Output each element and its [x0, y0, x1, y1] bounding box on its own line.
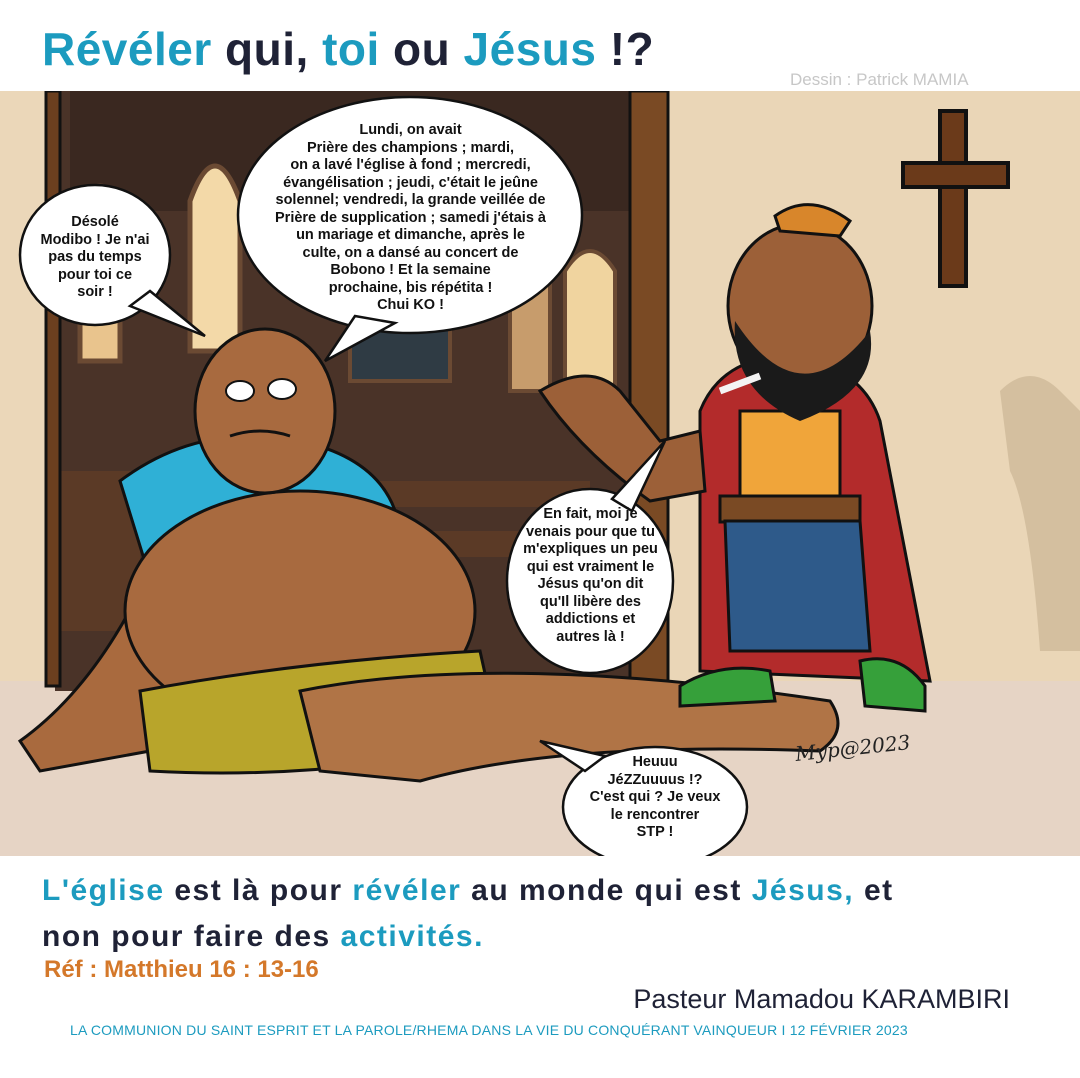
bubble-who-is-jesus: Heuuu JéZZuuuus !? C'est qui ? Je veux l…: [589, 754, 721, 840]
footer-caption: LA COMMUNION DU SAINT ESPRIT ET LA PAROL…: [70, 1022, 908, 1038]
main-message: L'église est là pour révéler au monde qu…: [42, 868, 894, 960]
head: [193, 327, 337, 495]
message-text: est là pour: [164, 874, 353, 907]
stained-window: [187, 163, 243, 354]
message-word-reveler: révéler: [352, 874, 462, 907]
title-word-reveler: Révéler: [42, 23, 212, 75]
message-word-eglise: L'église: [42, 874, 165, 907]
cartoon-panel: Désolé Modibo ! Je n'ai pas du temps pou…: [0, 91, 1080, 856]
page-title: Révéler qui, toi ou Jésus !?: [42, 22, 654, 76]
message-text: au monde qui est: [461, 874, 752, 907]
message-word-jesus: Jésus,: [751, 874, 855, 907]
message-text: non pour faire des: [42, 920, 341, 953]
title-word-toi: toi: [322, 23, 380, 75]
bubble-modibo-sorry: Désolé Modibo ! Je n'ai pas du temps pou…: [40, 214, 150, 300]
message-word-activites: activités.: [340, 920, 484, 953]
title-punctuation: !?: [596, 23, 655, 75]
pastor-name: Pasteur Mamadou KARAMBIRI: [633, 984, 1010, 1014]
title-word-qui: qui,: [211, 23, 323, 75]
title-word-ou: ou: [379, 23, 464, 75]
title-word-jesus: Jésus: [463, 23, 597, 75]
artist-credit: Dessin : Patrick MAMIA: [790, 70, 969, 89]
bubble-week-activities: Lundi, on avait Prière des champions ; m…: [275, 122, 546, 313]
door-frame-left: [44, 91, 62, 688]
belt: [718, 494, 862, 524]
message-text: et: [854, 874, 894, 907]
bible-reference: Réf : Matthieu 16 : 13-16: [44, 956, 319, 983]
bubble-visitor-question: En fait, moi je venais pour que tu m'exp…: [523, 506, 658, 645]
trousers: [723, 519, 872, 653]
